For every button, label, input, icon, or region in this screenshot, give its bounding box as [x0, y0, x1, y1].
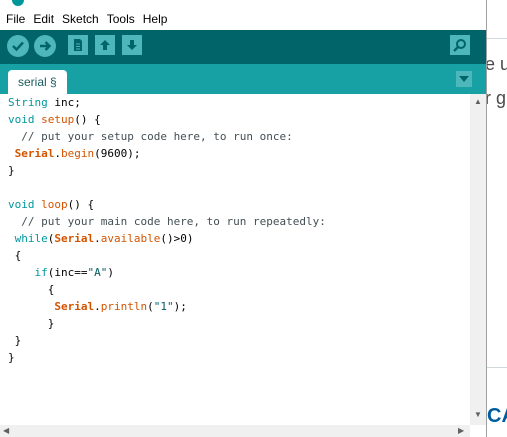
background-window: e u r g CA	[487, 0, 507, 437]
code-token: }	[8, 334, 22, 347]
tab-serial[interactable]: serial §	[8, 70, 67, 94]
arduino-ide-window: File Edit Sketch Tools Help serial § Str…	[0, 0, 487, 437]
tab-bar: serial §	[0, 64, 486, 94]
code-token: // put your setup code here, to run once…	[8, 130, 293, 143]
code-line: }	[0, 162, 470, 179]
code-token: void	[8, 113, 35, 126]
code-token: {	[8, 283, 55, 296]
menu-sketch[interactable]: Sketch	[62, 12, 99, 26]
code-line: }	[0, 349, 470, 366]
background-divider	[487, 38, 507, 39]
code-token: )	[107, 266, 114, 279]
code-token: while	[14, 232, 48, 245]
code-line: // put your setup code here, to run once…	[0, 128, 470, 145]
code-token: .	[94, 232, 101, 245]
code-token: }	[8, 164, 15, 177]
code-token: inc;	[47, 96, 81, 109]
code-lines: String inc; void setup() { // put your se…	[0, 94, 470, 366]
background-divider-2	[487, 367, 507, 368]
verify-button[interactable]	[7, 35, 29, 57]
code-token: (inc==	[47, 266, 88, 279]
title-bar	[0, 0, 486, 8]
menu-tools[interactable]: Tools	[107, 12, 135, 26]
code-line: void setup() {	[0, 111, 470, 128]
code-token: .	[94, 300, 101, 313]
chevron-down-icon	[459, 76, 469, 82]
code-token: // put your main code here, to run repea…	[8, 215, 326, 228]
code-token: println	[100, 300, 148, 313]
code-line: }	[0, 332, 470, 349]
open-icon	[100, 40, 110, 50]
code-token: void	[8, 198, 35, 211]
background-text-1: e u	[487, 54, 507, 74]
code-token: () {	[67, 198, 95, 211]
code-line: {	[0, 247, 470, 264]
new-icon	[74, 39, 82, 51]
code-token: Serial	[54, 300, 95, 313]
code-token: (9600);	[94, 147, 141, 160]
serial-monitor-icon	[453, 39, 466, 52]
code-token: Serial	[14, 147, 55, 160]
code-token: (	[147, 300, 154, 313]
save-icon	[127, 40, 137, 50]
vertical-scrollbar[interactable]: ▲ ▼	[470, 94, 486, 425]
scroll-up-arrow-icon[interactable]: ▲	[474, 98, 482, 106]
code-token: }	[8, 351, 15, 364]
code-line: void loop() {	[0, 196, 470, 213]
code-line: String inc;	[0, 94, 470, 111]
code-token: ()>0)	[160, 232, 194, 245]
code-line: }	[0, 315, 470, 332]
code-token: loop	[41, 198, 68, 211]
open-button[interactable]	[95, 35, 115, 55]
code-line: {	[0, 281, 470, 298]
code-line: while(Serial.available()>0)	[0, 230, 470, 247]
code-token: "1"	[153, 300, 174, 313]
background-text-2: r g	[487, 88, 507, 108]
tab-label: serial §	[18, 75, 57, 89]
menu-file[interactable]: File	[6, 12, 25, 26]
arduino-logo-icon	[12, 0, 24, 6]
code-token: .	[54, 147, 61, 160]
code-token: Serial	[54, 232, 95, 245]
code-token: setup	[41, 113, 75, 126]
scroll-left-arrow-icon[interactable]: ◀	[3, 427, 9, 435]
code-line: Serial.begin(9600);	[0, 145, 470, 162]
menu-edit[interactable]: Edit	[33, 12, 54, 26]
code-token: if	[34, 266, 48, 279]
save-button[interactable]	[122, 35, 142, 55]
toolbar	[0, 30, 486, 64]
background-text-3: CA	[487, 405, 507, 427]
code-token: begin	[61, 147, 95, 160]
code-token: "A"	[87, 266, 108, 279]
code-token: available	[100, 232, 161, 245]
horizontal-scrollbar[interactable]: ◀ ▶	[0, 425, 470, 437]
new-button[interactable]	[68, 35, 88, 55]
menu-help[interactable]: Help	[143, 12, 168, 26]
upload-icon	[40, 41, 52, 51]
code-token: String	[8, 96, 48, 109]
code-token: {	[8, 249, 22, 262]
code-token: }	[8, 317, 55, 330]
code-token: );	[173, 300, 187, 313]
serial-monitor-button[interactable]	[450, 35, 470, 55]
code-line: if(inc=="A")	[0, 264, 470, 281]
scroll-down-arrow-icon[interactable]: ▼	[474, 411, 482, 419]
upload-button[interactable]	[34, 35, 56, 57]
code-token: () {	[74, 113, 101, 126]
code-line: Serial.println("1");	[0, 298, 470, 315]
code-editor[interactable]: String inc; void setup() { // put your se…	[0, 94, 470, 425]
tab-menu-button[interactable]	[456, 71, 472, 87]
code-line: // put your main code here, to run repea…	[0, 213, 470, 230]
menu-bar: File Edit Sketch Tools Help	[0, 8, 486, 30]
scroll-right-arrow-icon[interactable]: ▶	[458, 427, 464, 435]
verify-icon	[12, 41, 24, 52]
